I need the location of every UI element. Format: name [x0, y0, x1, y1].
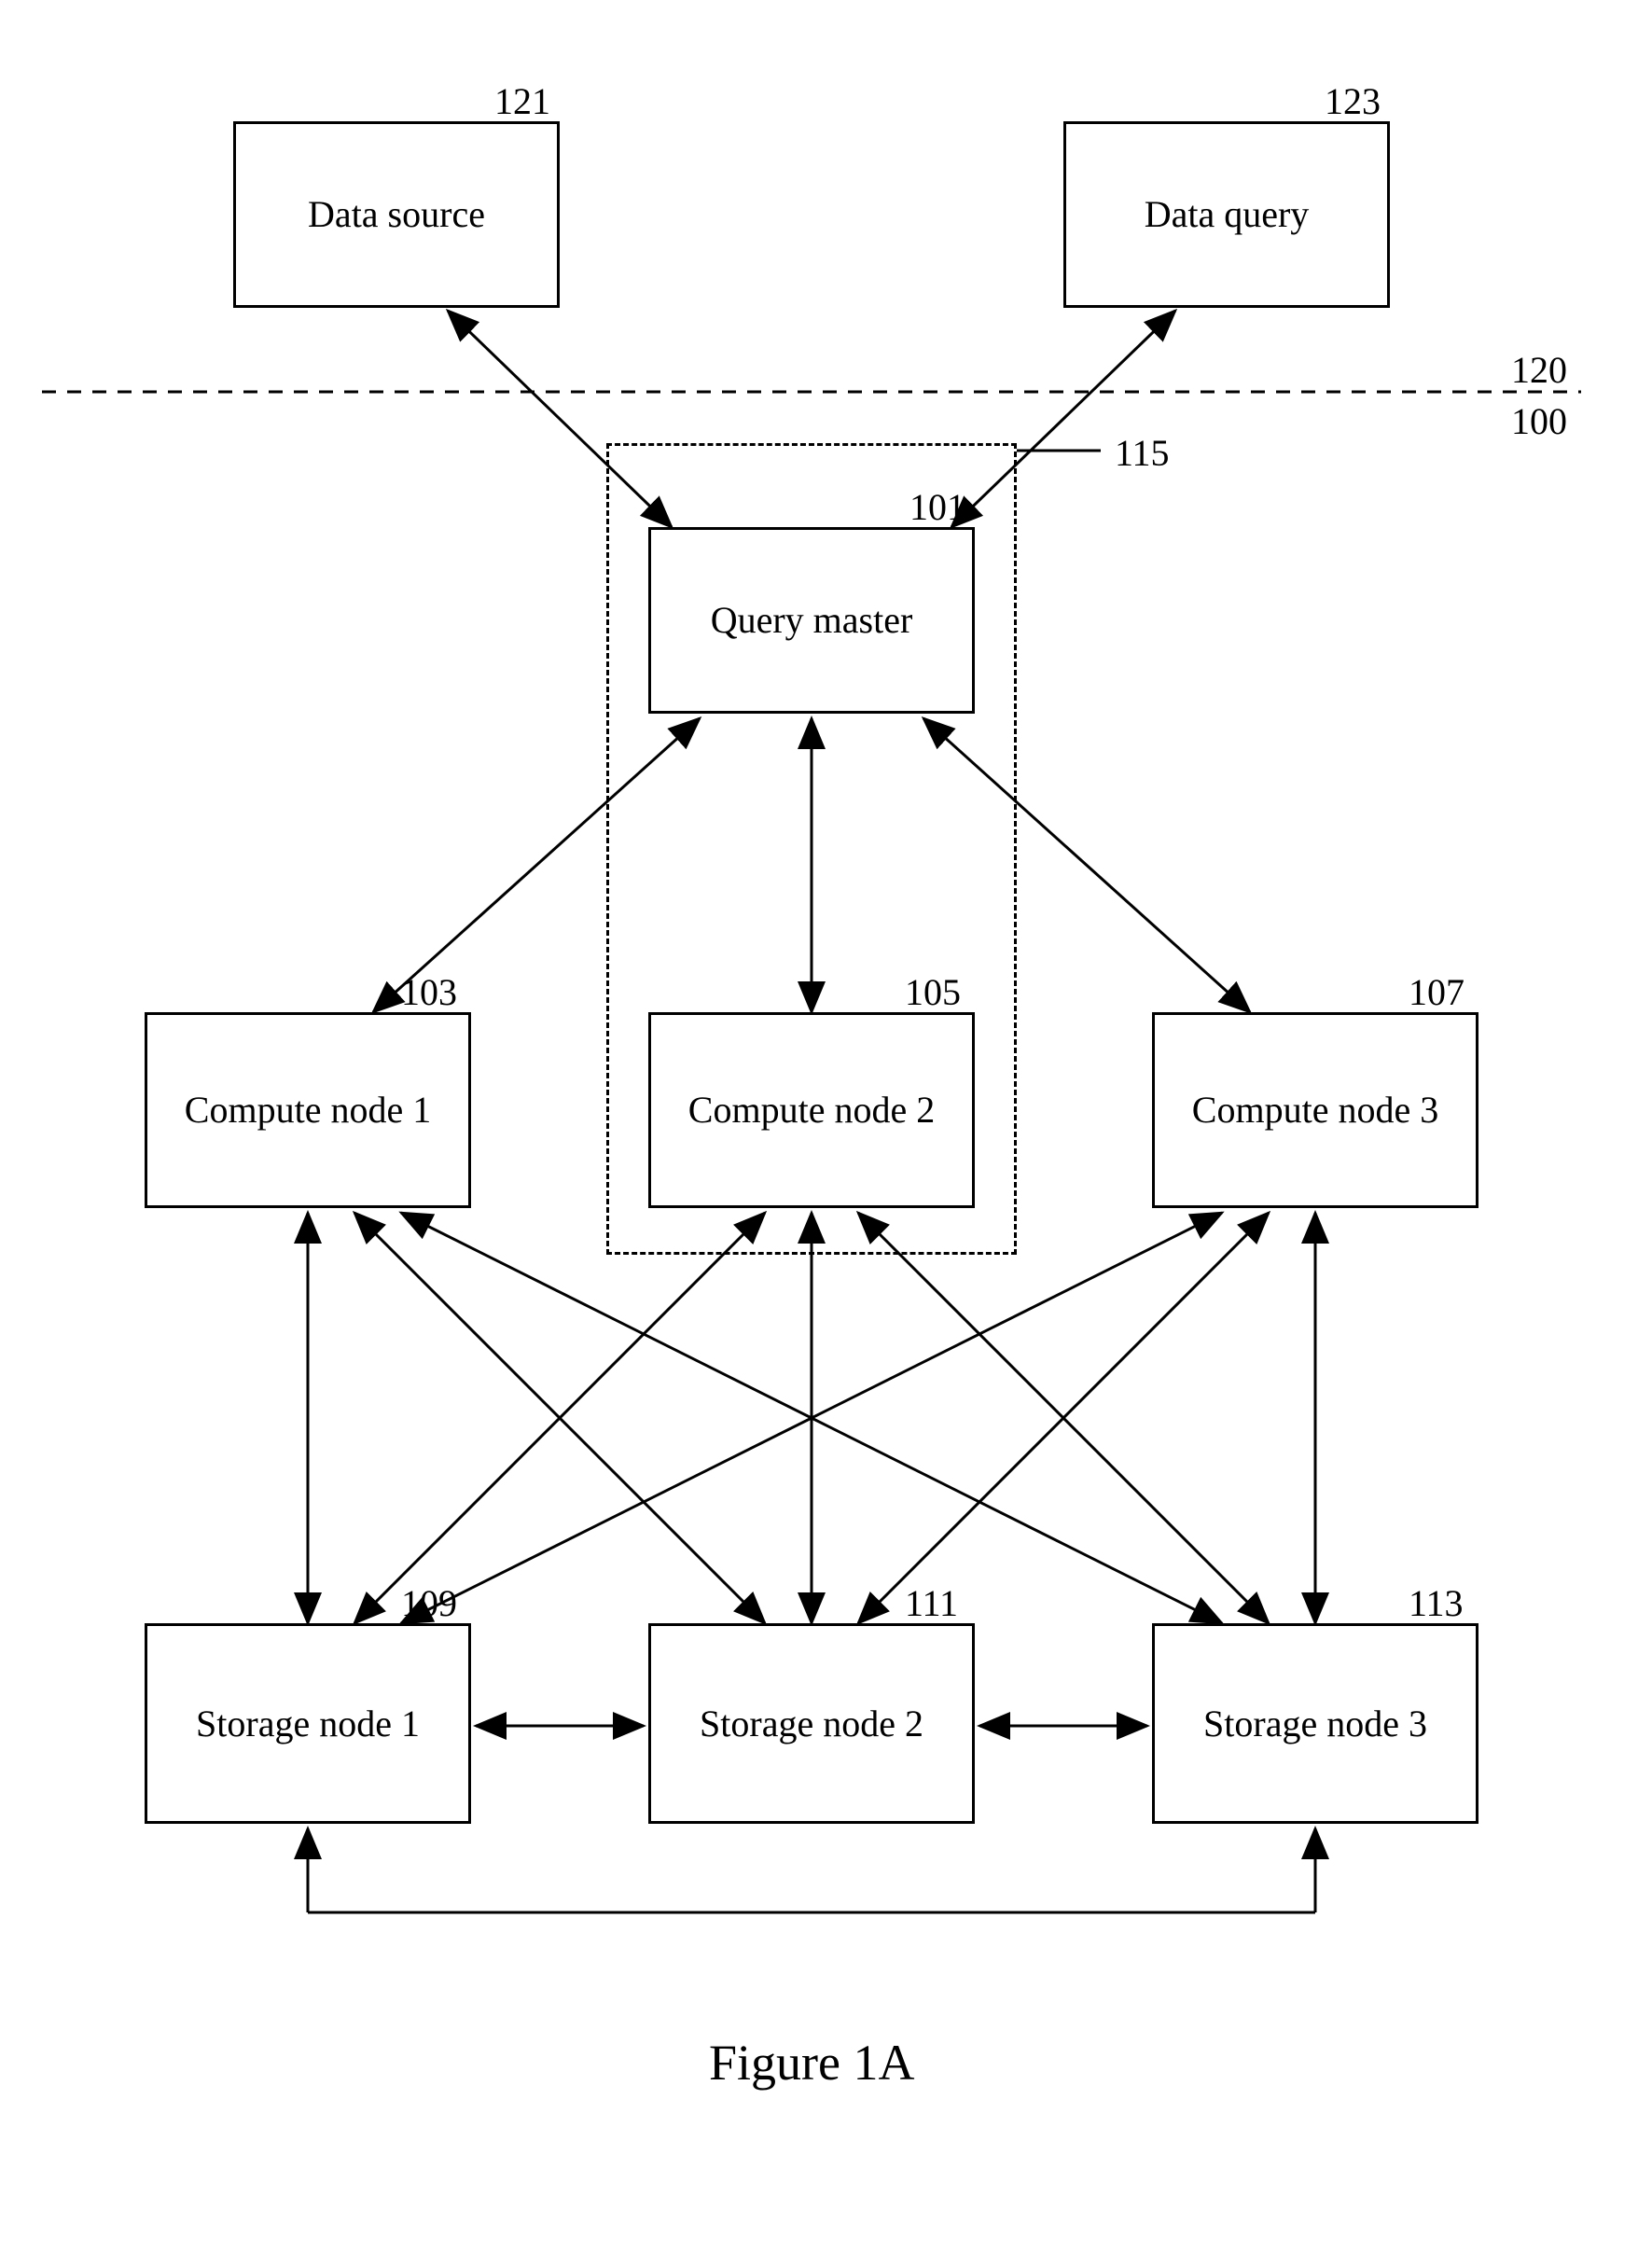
data-source-label: Data source: [308, 190, 485, 239]
compute-node-3-box: Compute node 3: [1152, 1012, 1478, 1208]
data-query-label: Data query: [1145, 190, 1310, 239]
query-master-box: Query master: [648, 527, 975, 714]
label-113: 113: [1409, 1581, 1464, 1625]
data-source-box: Data source: [233, 121, 560, 308]
label-103: 103: [401, 970, 457, 1014]
label-111: 111: [905, 1581, 958, 1625]
label-109: 109: [401, 1581, 457, 1625]
label-105: 105: [905, 970, 961, 1014]
storage-node-1-label: Storage node 1: [196, 1700, 420, 1748]
figure-caption: Figure 1A: [709, 2034, 914, 2092]
label-123: 123: [1325, 79, 1381, 123]
storage-node-1-box: Storage node 1: [145, 1623, 471, 1824]
label-121: 121: [494, 79, 550, 123]
compute-node-1-box: Compute node 1: [145, 1012, 471, 1208]
storage-node-3-label: Storage node 3: [1203, 1700, 1427, 1748]
label-120: 120: [1511, 348, 1567, 392]
compute-node-2-box: Compute node 2: [648, 1012, 975, 1208]
storage-node-2-label: Storage node 2: [700, 1700, 923, 1748]
storage-node-2-box: Storage node 2: [648, 1623, 975, 1824]
query-master-label: Query master: [711, 596, 913, 645]
storage-node-3-box: Storage node 3: [1152, 1623, 1478, 1824]
label-107: 107: [1409, 970, 1465, 1014]
compute-node-2-label: Compute node 2: [688, 1086, 935, 1134]
data-query-box: Data query: [1063, 121, 1390, 308]
label-115: 115: [1115, 431, 1170, 475]
label-101: 101: [909, 485, 965, 529]
compute-node-1-label: Compute node 1: [185, 1086, 431, 1134]
compute-node-3-label: Compute node 3: [1192, 1086, 1438, 1134]
label-100: 100: [1511, 399, 1567, 443]
